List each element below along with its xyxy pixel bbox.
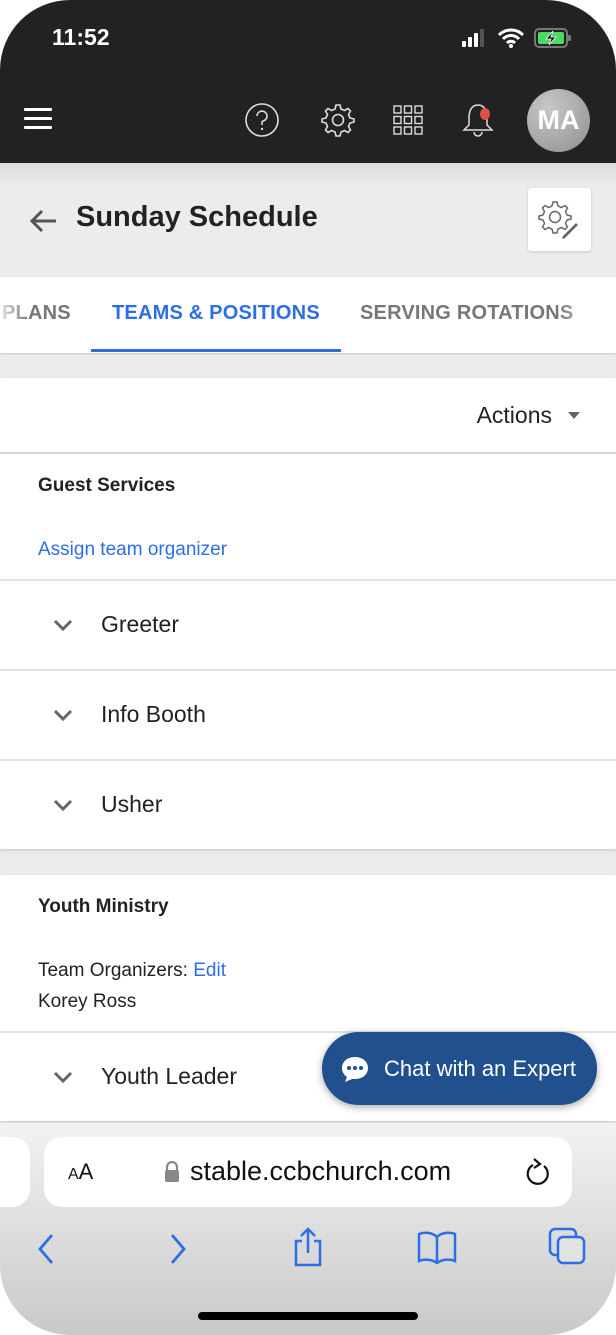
position-name: Usher [101, 791, 163, 817]
url-display[interactable]: stable.ccbchurch.com [164, 1156, 451, 1187]
position-name: Youth Leader [101, 1063, 238, 1089]
tab-bar: PLANS TEAMS & POSITIONS SERVING ROTATION… [0, 277, 616, 353]
edit-organizers-link[interactable]: Edit [193, 960, 226, 981]
gear-icon[interactable] [320, 102, 356, 138]
schedule-settings-button[interactable] [528, 188, 591, 251]
help-icon[interactable] [244, 102, 280, 138]
actions-label: Actions [476, 402, 552, 428]
bell-icon[interactable] [460, 102, 496, 138]
avatar[interactable]: MA [527, 89, 590, 152]
previous-tab-preview[interactable] [0, 1137, 30, 1207]
actions-bar: Actions [0, 378, 616, 452]
active-tab-indicator [91, 349, 341, 352]
back-icon[interactable] [34, 1231, 58, 1267]
apps-grid-icon[interactable] [390, 102, 426, 138]
status-icons [462, 28, 572, 48]
phone-screen: 11:52 MA Sunday Schedule PLANS TEAMS & P… [0, 0, 616, 1335]
tabs-icon[interactable] [548, 1227, 588, 1267]
browser-toolbar: AA stable.ccbchurch.com [0, 1123, 616, 1335]
chat-label: Chat with an Expert [384, 1055, 576, 1081]
assign-team-organizer-link[interactable]: Assign team organizer [38, 539, 227, 561]
organizer-name: Korey Ross [38, 991, 137, 1012]
wifi-icon [498, 28, 524, 48]
tab-fade-left [0, 277, 30, 353]
chat-with-expert-button[interactable]: Chat with an Expert [322, 1032, 597, 1105]
status-time: 11:52 [52, 24, 110, 50]
app-header: MA [0, 88, 616, 152]
notification-dot [480, 108, 490, 120]
tab-teams-positions[interactable]: TEAMS & POSITIONS [112, 302, 320, 325]
actions-dropdown[interactable]: Actions [477, 402, 580, 429]
position-name: Greeter [101, 611, 179, 637]
chevron-down-icon [53, 1071, 73, 1084]
team-organizers-text: Team Organizers: [38, 960, 188, 981]
share-icon[interactable] [290, 1227, 326, 1267]
chevron-down-icon [53, 799, 73, 812]
reload-icon[interactable] [524, 1157, 552, 1187]
app-top-bar: 11:52 MA [0, 0, 616, 163]
chat-bubble-icon [342, 1056, 368, 1082]
arrow-left-icon[interactable] [28, 205, 60, 237]
position-row[interactable]: Usher [0, 759, 616, 849]
lock-icon [165, 1160, 179, 1182]
home-indicator[interactable] [198, 1312, 418, 1320]
team-card: Guest Services Assign team organizer Gre… [0, 454, 616, 849]
gear-pencil-icon [538, 201, 580, 240]
battery-charging-icon [534, 28, 571, 48]
bookmarks-icon[interactable] [416, 1229, 458, 1265]
tab-serving-rotations[interactable]: SERVING ROTATIONS [360, 302, 573, 325]
tab-fade-right [556, 277, 616, 353]
position-row[interactable]: Greeter [0, 579, 616, 669]
team-name: Youth Ministry [38, 896, 169, 917]
cellular-signal-icon [462, 29, 484, 47]
page-header: Sunday Schedule [0, 163, 616, 276]
url-text: stable.ccbchurch.com [190, 1156, 452, 1186]
caret-down-icon [568, 412, 580, 419]
forward-icon[interactable] [166, 1231, 190, 1267]
chevron-down-icon [53, 619, 73, 632]
team-name: Guest Services [38, 475, 176, 496]
position-name: Info Booth [101, 701, 206, 727]
address-bar[interactable]: AA stable.ccbchurch.com [44, 1137, 572, 1207]
text-size-button[interactable]: AA [68, 1159, 93, 1185]
team-organizers-label: Team Organizers: Edit [38, 960, 226, 982]
page-title: Sunday Schedule [76, 201, 318, 233]
chevron-down-icon [53, 709, 73, 722]
menu-icon[interactable] [24, 108, 52, 130]
position-row[interactable]: Info Booth [0, 669, 616, 759]
